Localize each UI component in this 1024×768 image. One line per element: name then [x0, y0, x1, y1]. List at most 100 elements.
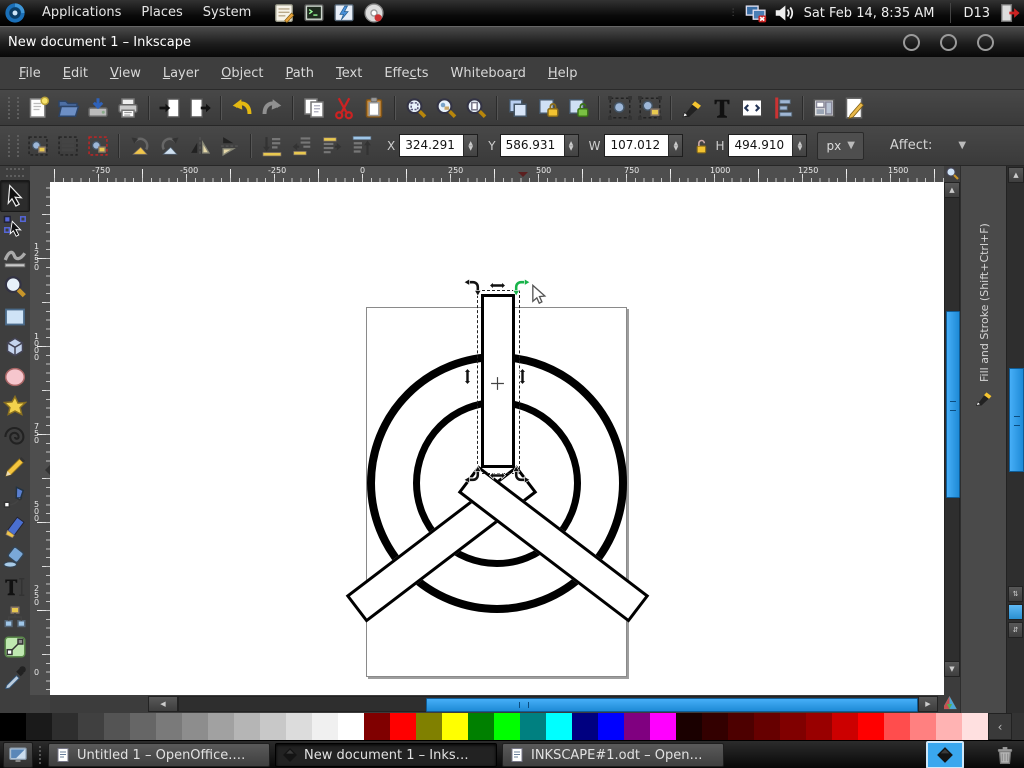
text-dialog-button[interactable]: [707, 94, 737, 122]
maximize-button[interactable]: [940, 34, 957, 51]
media-player-launcher-icon[interactable]: [363, 2, 385, 24]
palette-swatch[interactable]: [806, 713, 832, 740]
volume-icon[interactable]: [773, 2, 795, 24]
calligraphy-tool-button[interactable]: [1, 512, 29, 542]
palette-swatch[interactable]: [0, 713, 26, 740]
dock-scroll-up-icon[interactable]: ▲: [1008, 167, 1024, 183]
palette-swatch[interactable]: [286, 713, 312, 740]
scroll-down-icon[interactable]: ▼: [945, 661, 959, 676]
lower-to-bottom-button[interactable]: [257, 132, 287, 160]
h-spinner[interactable]: ▲ ▼: [792, 135, 807, 156]
fill-and-stroke-tab[interactable]: Fill and Stroke (Shift+Ctrl+F): [969, 170, 999, 570]
panel-menu-places[interactable]: Places: [131, 5, 192, 20]
tweak-button[interactable]: [1, 242, 29, 272]
show-desktop-button[interactable]: [3, 742, 33, 768]
print-button[interactable]: [113, 94, 143, 122]
dock-collapse-icon[interactable]: ⇅: [1008, 586, 1023, 602]
pencil-tool-button[interactable]: [1, 452, 29, 482]
h-input[interactable]: 494.910 ▲ ▼: [728, 134, 808, 157]
scroll-left-icon[interactable]: ◀: [148, 696, 178, 712]
palette-swatch[interactable]: [208, 713, 234, 740]
panel-menu-system[interactable]: System: [193, 5, 261, 20]
menu-view[interactable]: View: [99, 62, 152, 85]
workspace-switcher[interactable]: [926, 741, 964, 768]
taskbar-window-button[interactable]: INKSCAPE#1.odt – Open…: [502, 743, 724, 767]
clock[interactable]: Sat Feb 14, 8:35 AM: [804, 6, 935, 21]
paste-button[interactable]: [359, 94, 389, 122]
menu-effects[interactable]: Effects: [373, 62, 439, 85]
taskbar-window-button[interactable]: Untitled 1 – OpenOffice.…: [48, 743, 270, 767]
rotate-ccw-button[interactable]: [125, 132, 155, 160]
rectangle-tool-button[interactable]: [1, 302, 29, 332]
raise-to-top-button[interactable]: [347, 132, 377, 160]
palette-swatch[interactable]: [702, 713, 728, 740]
star-tool-button[interactable]: [1, 392, 29, 422]
group-button[interactable]: [605, 94, 635, 122]
palette-swatch[interactable]: [182, 713, 208, 740]
palette-swatch[interactable]: [624, 713, 650, 740]
paint-bucket-tool-button[interactable]: [1, 542, 29, 572]
panel-menu-applications[interactable]: Applications: [32, 5, 131, 20]
scroll-right-icon[interactable]: ▶: [918, 696, 938, 712]
skew-handle-left[interactable]: [463, 368, 472, 385]
vertical-ruler[interactable]: 1250 1000 750 500 250 0: [30, 182, 51, 695]
palette-swatch[interactable]: [130, 713, 156, 740]
y-spinner[interactable]: ▲ ▼: [563, 135, 578, 156]
palette-swatch[interactable]: [390, 713, 416, 740]
import-button[interactable]: [155, 94, 185, 122]
menu-whiteboard[interactable]: Whiteboard: [440, 62, 537, 85]
palette-swatch[interactable]: [442, 713, 468, 740]
palette-swatch[interactable]: [156, 713, 182, 740]
document-properties-button[interactable]: [839, 94, 869, 122]
dock-scroll-thumb[interactable]: [1009, 368, 1024, 472]
lower-button[interactable]: [287, 132, 317, 160]
rotate-handle-top-left[interactable]: [464, 279, 481, 296]
xml-editor-button[interactable]: [737, 94, 767, 122]
vertical-scrollbar[interactable]: ▲ ▼: [944, 182, 960, 677]
text-tool-button[interactable]: [1, 572, 29, 602]
rotate-cw-button[interactable]: [155, 132, 185, 160]
skew-handle-top[interactable]: [489, 281, 506, 290]
palette-swatch[interactable]: [858, 713, 884, 740]
sticky-zoom-icon[interactable]: [944, 166, 960, 182]
palette-swatch[interactable]: [650, 713, 676, 740]
align-button[interactable]: [767, 94, 797, 122]
horizontal-scroll-thumb[interactable]: [426, 698, 918, 712]
lock-ratio-icon[interactable]: [691, 137, 709, 155]
palette-swatch[interactable]: [312, 713, 338, 740]
clone-button[interactable]: [533, 94, 563, 122]
text-editor-launcher-icon[interactable]: [273, 2, 295, 24]
palette-swatch[interactable]: [962, 713, 988, 740]
export-button[interactable]: [185, 94, 215, 122]
palette-swatch[interactable]: [936, 713, 962, 740]
rotate-handle-bottom-right[interactable]: [513, 466, 530, 483]
palette-swatch[interactable]: [234, 713, 260, 740]
menu-help[interactable]: Help: [537, 62, 589, 85]
palette-swatch[interactable]: [494, 713, 520, 740]
network-icon[interactable]: [745, 2, 767, 24]
y-input[interactable]: 586.931 ▲ ▼: [499, 134, 579, 157]
menu-text[interactable]: Text: [325, 62, 373, 85]
unit-dropdown[interactable]: px ▼: [817, 131, 864, 160]
palette-swatch[interactable]: [338, 713, 364, 740]
cut-button[interactable]: [329, 94, 359, 122]
palette-scroll-left-icon[interactable]: ‹: [988, 713, 1012, 740]
rotate-handle-top-right-hover[interactable]: [513, 279, 530, 296]
trash-icon[interactable]: [994, 744, 1016, 766]
w-spinner[interactable]: ▲ ▼: [668, 135, 683, 156]
distro-logo-icon[interactable]: [4, 2, 26, 24]
ellipse-tool-button[interactable]: [1, 362, 29, 392]
menu-layer[interactable]: Layer: [152, 62, 210, 85]
copy-button[interactable]: [299, 94, 329, 122]
spiral-tool-button[interactable]: [1, 422, 29, 452]
x-value[interactable]: 324.291: [400, 135, 464, 156]
y-value[interactable]: 586.931: [500, 135, 564, 156]
connector-tool-button[interactable]: [1, 602, 29, 632]
palette-swatch[interactable]: [520, 713, 546, 740]
menu-file[interactable]: File: [8, 62, 52, 85]
x-input[interactable]: 324.291 ▲ ▼: [399, 134, 479, 157]
palette-swatch[interactable]: [910, 713, 936, 740]
unlink-clone-button[interactable]: [563, 94, 593, 122]
toolbox-grip[interactable]: [6, 168, 24, 177]
dropper-tool-button[interactable]: [1, 662, 29, 692]
